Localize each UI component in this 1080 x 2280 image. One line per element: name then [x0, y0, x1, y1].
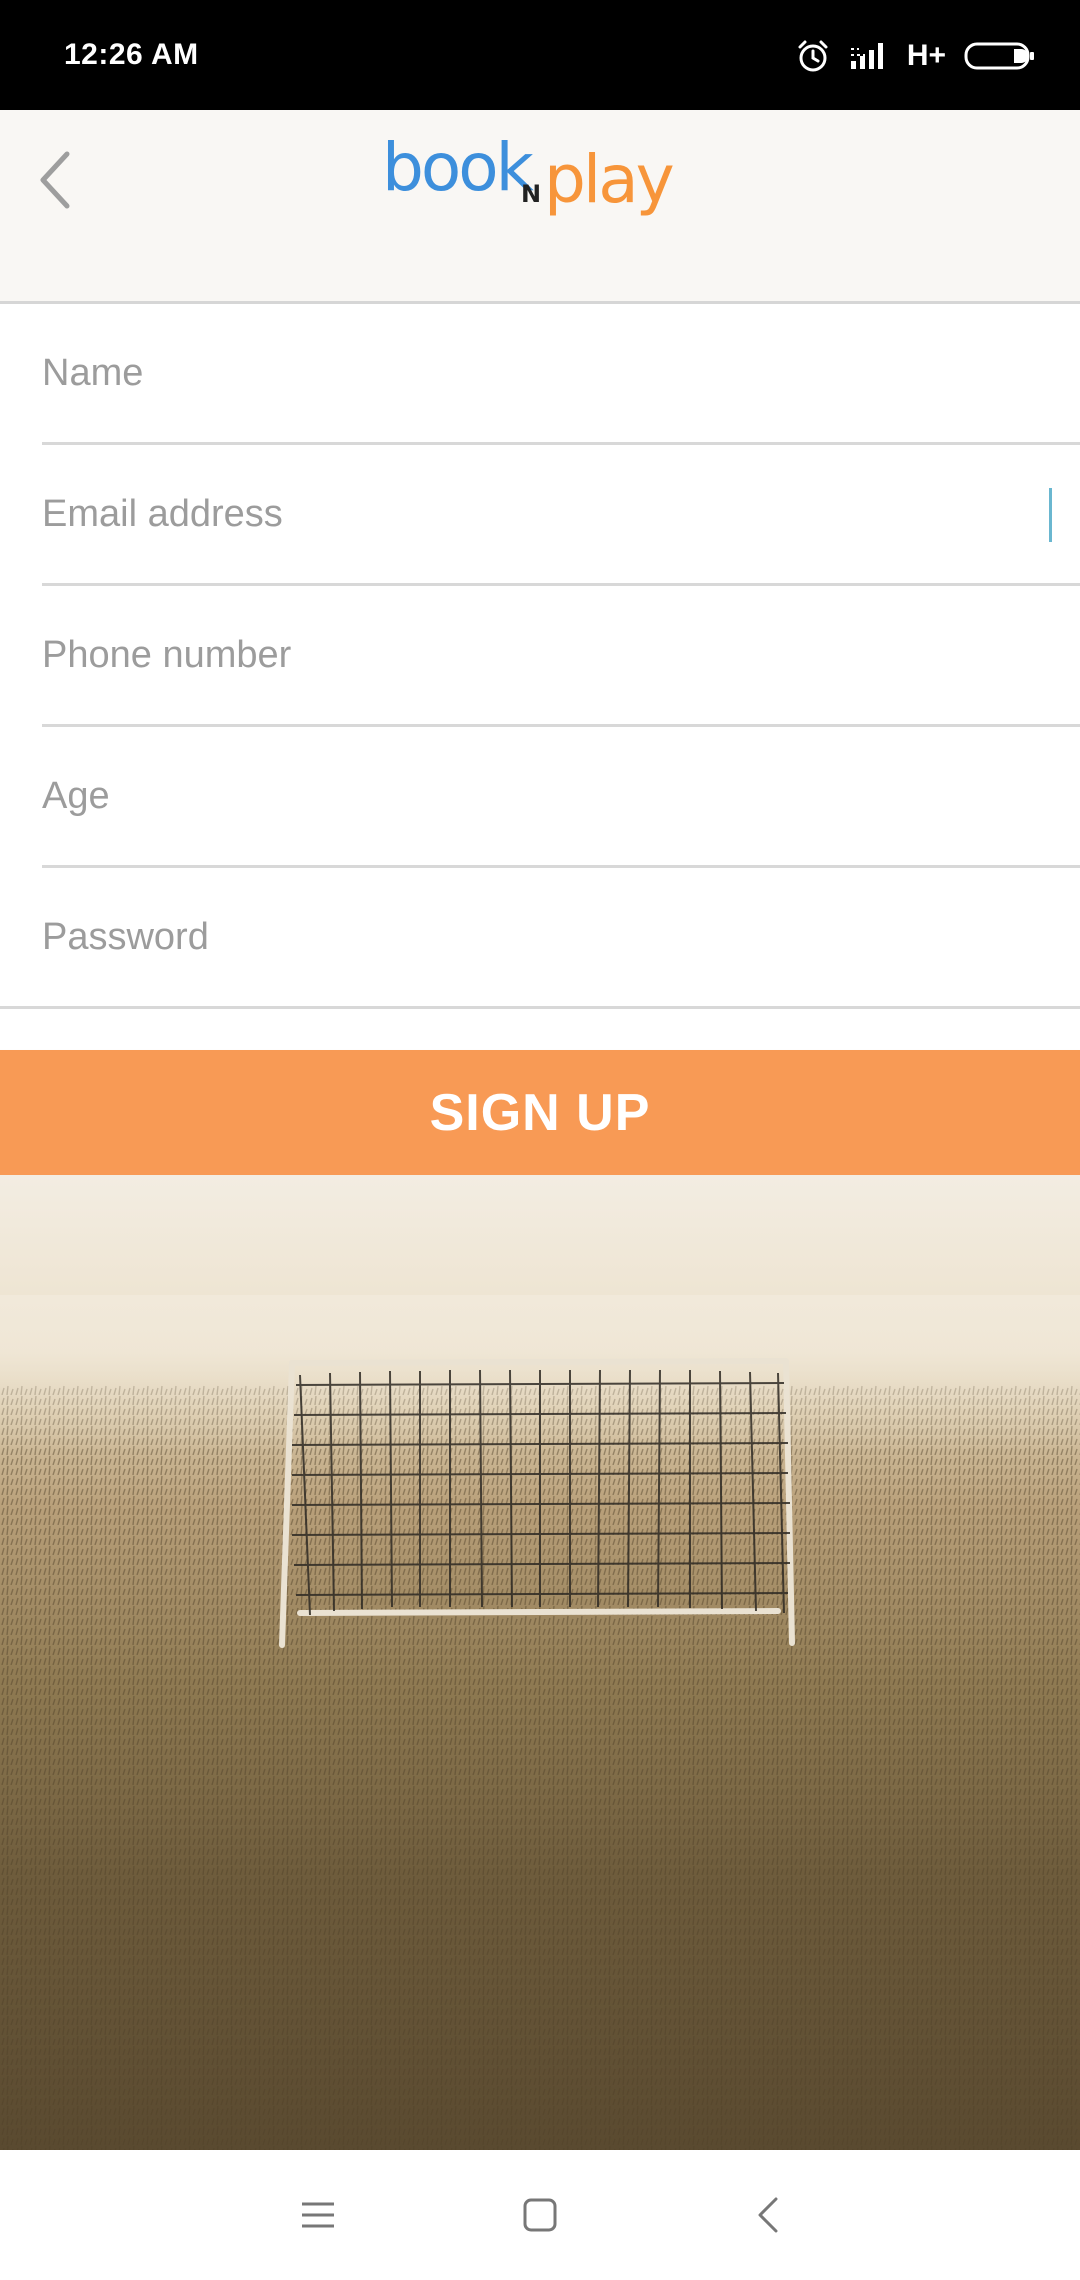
soccer-goal-illustration: [0, 1295, 1080, 2150]
network-type: H+: [906, 39, 946, 72]
app-header: book N play: [0, 110, 1080, 304]
name-field: [42, 304, 1080, 445]
booknplay-logo: book N play: [382, 130, 677, 218]
alarm-icon: [795, 38, 831, 74]
back-chevron-icon: [758, 2197, 778, 2233]
signup-button[interactable]: SIGN UP: [0, 1050, 1080, 1175]
age-input[interactable]: [42, 727, 1080, 865]
menu-icon: [302, 2202, 334, 2228]
home-button[interactable]: [505, 2180, 575, 2250]
status-icons: H+: [795, 34, 1036, 78]
chevron-left-icon: [40, 151, 70, 209]
phone-input[interactable]: [42, 586, 1080, 724]
logo-text-play: play: [544, 141, 674, 218]
status-time: 12:26 AM: [64, 38, 199, 71]
email-field: [42, 445, 1080, 586]
menu-button[interactable]: [283, 2180, 353, 2250]
back-button[interactable]: [20, 140, 90, 220]
battery-icon: [964, 40, 1036, 72]
soccer-goal-background-image: [0, 1175, 1080, 2150]
system-nav-bar: [0, 2150, 1080, 2280]
logo-text-n: N: [521, 180, 541, 208]
home-square-icon: [523, 2198, 557, 2232]
age-field: [42, 727, 1080, 868]
nav-back-button[interactable]: [733, 2180, 803, 2250]
name-input[interactable]: [42, 304, 1080, 442]
phone-field: [42, 586, 1080, 727]
text-cursor: [1049, 488, 1052, 542]
status-bar: 12:26 AM H+: [0, 0, 1080, 110]
logo-text-book: book: [382, 130, 535, 206]
signup-form: [0, 304, 1080, 1010]
password-input[interactable]: [42, 868, 1080, 1006]
password-field: [0, 868, 1080, 1009]
email-input[interactable]: [42, 445, 1080, 583]
signal-icon: [849, 41, 889, 71]
